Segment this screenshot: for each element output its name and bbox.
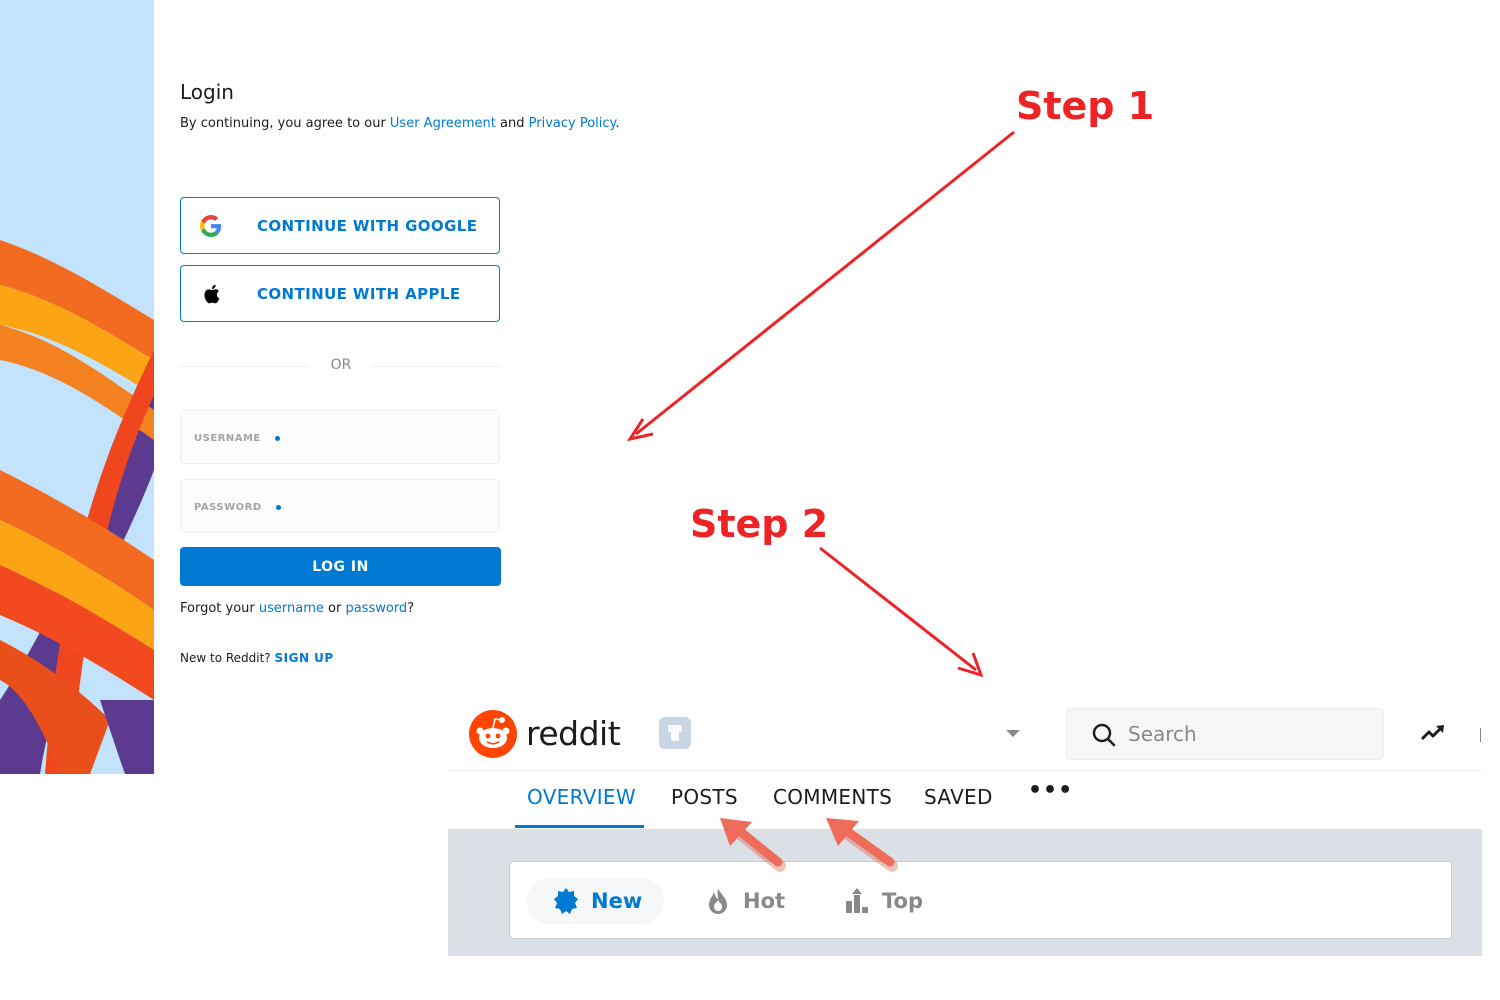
new-badge-icon (554, 888, 578, 914)
sort-top-button[interactable]: Top (844, 878, 944, 924)
password-input[interactable]: PASSWORD (180, 479, 500, 533)
tab-posts[interactable]: POSTS (671, 785, 738, 809)
step-2-label: Step 2 (690, 502, 829, 546)
tab-saved[interactable]: SAVED (924, 785, 993, 809)
google-icon (199, 214, 223, 238)
apple-icon (199, 282, 223, 306)
trending-icon[interactable] (1420, 724, 1446, 742)
log-in-button[interactable]: LOG IN (180, 547, 501, 586)
login-title: Login (180, 80, 234, 104)
step-2-arrow (819, 546, 984, 678)
legal-prefix: By continuing, you agree to our (180, 116, 390, 131)
username-placeholder: USERNAME (194, 433, 280, 444)
chevron-down-icon[interactable] (1006, 730, 1020, 737)
reddit-header: reddit Search (448, 690, 1482, 771)
privacy-policy-link[interactable]: Privacy Policy (529, 116, 616, 131)
search-icon (1092, 723, 1116, 747)
sign-up-link[interactable]: SIGN UP (275, 651, 334, 665)
password-placeholder: PASSWORD (194, 502, 281, 513)
tab-comments[interactable]: COMMENTS (773, 785, 892, 809)
search-input[interactable]: Search (1066, 708, 1384, 760)
sort-new-label: New (591, 889, 643, 913)
reddit-wordmark[interactable]: reddit (526, 714, 621, 753)
sort-top-label: Top (882, 889, 923, 913)
continue-with-apple-button[interactable]: CONTINUE WITH APPLE (180, 265, 500, 322)
profile-tabs: OVERVIEW POSTS COMMENTS SAVED ••• (448, 772, 1482, 828)
legal-suffix: . (615, 116, 620, 131)
tab-more-menu[interactable]: ••• (1028, 778, 1073, 803)
login-artwork (0, 0, 154, 774)
apple-button-label: CONTINUE WITH APPLE (257, 284, 461, 303)
community-avatar-icon[interactable] (659, 717, 691, 749)
reddit-logo-icon[interactable] (469, 710, 517, 758)
required-dot (274, 435, 280, 441)
feed-area: New Hot Top (448, 829, 1482, 956)
flame-icon (709, 889, 727, 914)
username-input[interactable]: USERNAME (180, 410, 500, 464)
search-placeholder: Search (1128, 722, 1197, 746)
forgot-prefix: Forgot your (180, 601, 259, 616)
required-dot (275, 504, 281, 510)
divider-line-right (372, 366, 500, 367)
new-to-reddit-text: New to Reddit? (180, 651, 275, 665)
or-divider: OR (180, 356, 500, 378)
user-agreement-link[interactable]: User Agreement (390, 116, 496, 131)
sort-hot-button[interactable]: Hot (705, 878, 805, 924)
or-label: OR (330, 357, 352, 373)
sort-bar: New Hot Top (509, 861, 1452, 939)
header-divider (1480, 728, 1481, 742)
google-button-label: CONTINUE WITH GOOGLE (257, 216, 478, 235)
forgot-or: or (323, 601, 346, 616)
legal-and: and (495, 116, 529, 131)
step-1-label: Step 1 (1016, 84, 1155, 128)
top-bars-icon (846, 888, 868, 913)
active-tab-indicator (515, 825, 644, 828)
reddit-profile-screenshot: reddit Search OVERVIEW POSTS COMMENTS SA… (448, 690, 1482, 956)
tab-overview[interactable]: OVERVIEW (527, 785, 636, 809)
forgot-password-link[interactable]: password (345, 601, 407, 616)
forgot-username-link[interactable]: username (259, 601, 324, 616)
sort-hot-label: Hot (743, 889, 786, 913)
sort-new-button[interactable]: New (527, 878, 664, 924)
legal-notice: By continuing, you agree to our User Agr… (180, 116, 620, 131)
continue-with-google-button[interactable]: CONTINUE WITH GOOGLE (180, 197, 500, 254)
step-1-arrow (626, 130, 1015, 442)
forgot-suffix: ? (407, 601, 415, 616)
signup-prompt: New to Reddit? SIGN UP (180, 651, 334, 665)
forgot-credentials: Forgot your username or password? (180, 601, 414, 616)
